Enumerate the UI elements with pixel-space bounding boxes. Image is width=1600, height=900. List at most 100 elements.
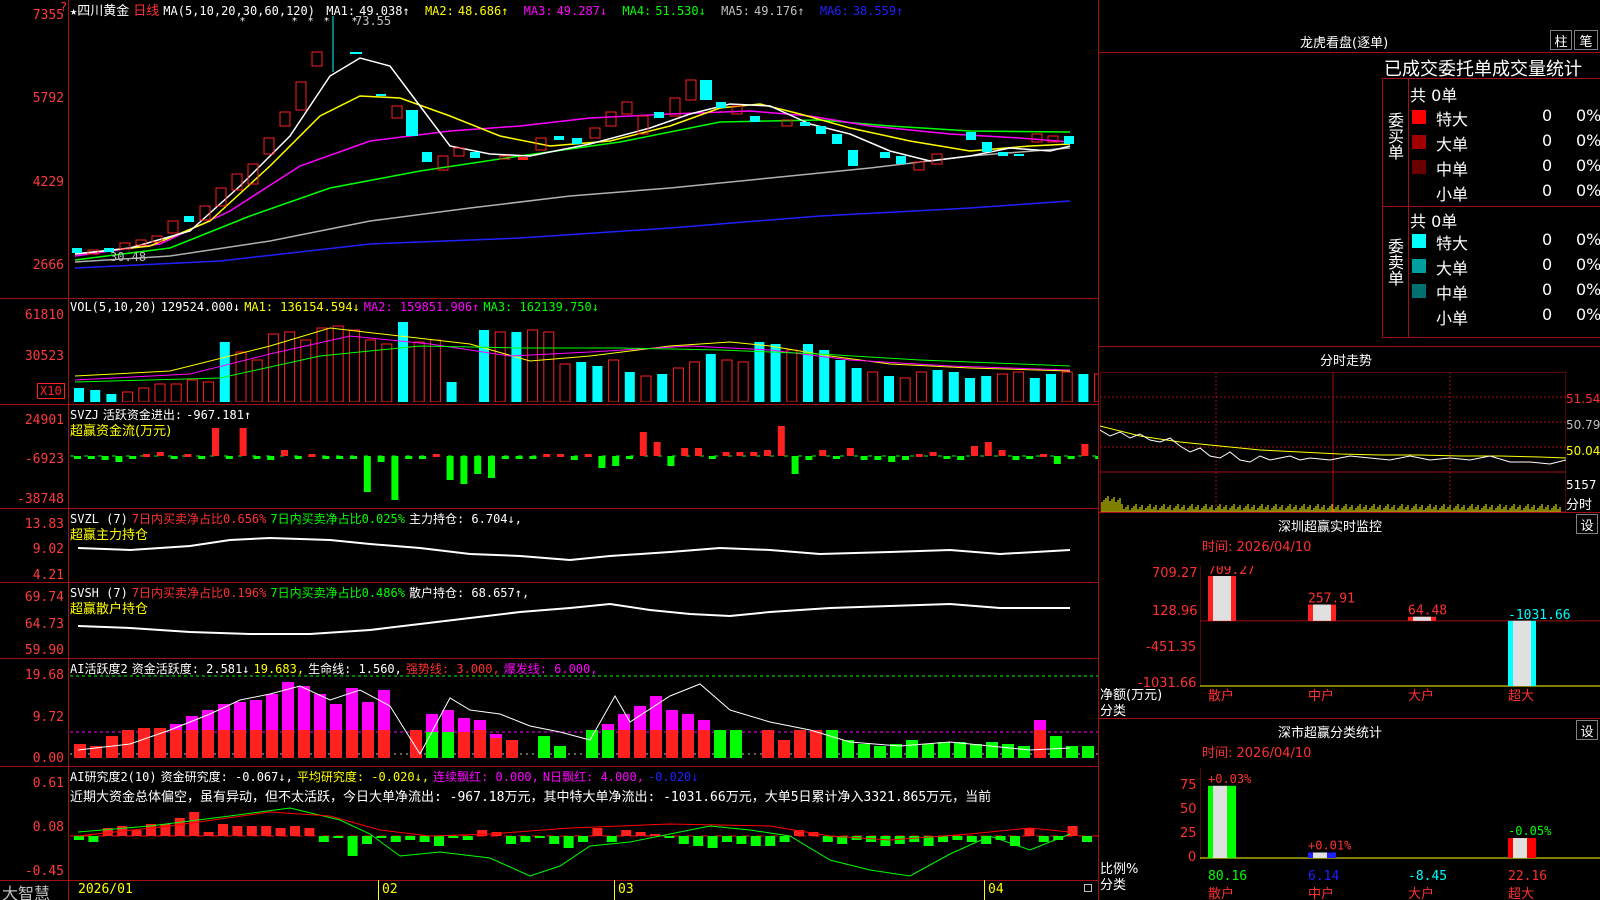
ai1-bar-top [650, 696, 662, 730]
ai1-bar [714, 730, 726, 758]
ai2-bar [347, 836, 358, 856]
classify-bar-chart[interactable]: +0.03% 80.16 散户 +0.01% 6.14 中户 -8.45 大户 -0.05% 22… [1200, 768, 1600, 900]
monitor-bar-label: 257.91 [1308, 592, 1355, 607]
ai1-bar [970, 744, 982, 758]
sell-row-percent: 0% [1576, 280, 1600, 299]
intraday-unit: 分时 [1566, 498, 1593, 513]
svzj-flow-bar [1053, 456, 1061, 464]
ai1-bar [234, 730, 246, 758]
ai2-bar [290, 826, 300, 836]
classify-value-label: 80.16 [1208, 869, 1247, 884]
ai2-bar [506, 836, 516, 844]
sell-row-percent: 0% [1576, 305, 1600, 324]
ai2-bar [1024, 828, 1035, 836]
volume-bar [316, 327, 328, 402]
svzj-flow-bar [1040, 454, 1047, 457]
svzj-flow-chart[interactable] [70, 410, 1098, 506]
svzj-flow-bar [902, 456, 909, 460]
ai1-bar [874, 746, 886, 758]
svzj-y-tick: 24901 [24, 413, 64, 428]
svzj-flow-bar [722, 452, 730, 456]
main-panel-header: ★四川黄金 日线 MA(5,10,20,30,60,120) MA1: 49.038↑… [70, 0, 911, 19]
classify-value-label: 6.14 [1308, 869, 1339, 884]
classify-value-label: 22.16 [1508, 869, 1547, 884]
svzj-flow-bar [74, 456, 81, 459]
lhb-tick-toggle-button[interactable]: 笔 [1574, 30, 1598, 50]
volume-bar [1013, 371, 1025, 402]
classify-title: 深市超赢分类统计 [1278, 726, 1383, 741]
buy-side-label: 委买单 [1385, 112, 1404, 160]
vol-unit-badge[interactable]: X10 [37, 383, 65, 399]
svzj-flow-bar [639, 432, 647, 456]
sell-row-name: 小单 [1436, 309, 1469, 328]
svzj-flow-bar [184, 454, 192, 457]
svzj-flow-bar [833, 456, 840, 459]
lock-icon[interactable] [1084, 884, 1092, 892]
ai2-bar [74, 836, 84, 840]
ai1-bar [618, 730, 630, 758]
svzj-flow-bar [570, 456, 578, 460]
volume-bar [981, 376, 992, 402]
sell-row-count: 0 [1542, 280, 1553, 299]
svzj-flow-bar [681, 448, 689, 456]
ai1-bar [266, 730, 278, 758]
ai1-bar [538, 736, 550, 758]
svzj-flow-bar [557, 454, 564, 457]
main-candlestick-chart[interactable]: * * * * * [70, 16, 1098, 296]
buy-row-count: 0 [1542, 106, 1553, 125]
ai1-bar [250, 730, 262, 758]
ai2-bar [218, 824, 228, 836]
monitor-bar-label: 709.27 [1208, 566, 1255, 578]
svzj-flow-bar [915, 454, 923, 457]
svzj-flow-bar [695, 448, 702, 456]
svg-text:*: * [324, 16, 329, 27]
monitor-bar-chart[interactable]: 709.27 散户 257.91 中户 64.48 大户 -1031.66 超大 [1200, 566, 1600, 702]
divider-ai1-ai2 [0, 766, 1098, 767]
lhb-bar-toggle-button[interactable]: 柱 [1550, 30, 1572, 50]
ai1-bar [1082, 746, 1094, 758]
intraday-top-line [1098, 346, 1600, 347]
date-divider [614, 880, 615, 900]
svzj-y-tick: -6923 [24, 452, 64, 467]
ai1-bar [602, 730, 614, 758]
ai1-bar-top [378, 690, 390, 730]
ai2-bar [635, 832, 646, 836]
ai1-activity-chart[interactable] [70, 670, 1098, 764]
svsh-y-tick: 64.73 [24, 617, 64, 632]
svzj-flow-bar [1012, 456, 1020, 460]
buy-row-name: 中单 [1436, 160, 1469, 179]
volume-bar [284, 331, 296, 402]
ai2-bar [693, 836, 704, 846]
bottom-logo[interactable]: 大智慧 [2, 880, 50, 900]
svzj-flow-bar [87, 456, 95, 459]
svsh-line-chart[interactable] [70, 600, 1098, 656]
ai1-bar [314, 730, 326, 758]
monitor-settings-button[interactable]: 设 [1576, 514, 1598, 534]
buy-row-percent: 0% [1576, 106, 1600, 125]
ai1-bar [810, 730, 822, 758]
intraday-chart[interactable] [1100, 372, 1566, 512]
ai1-y-tick: 9.72 [32, 710, 64, 725]
lhb-top-line [1098, 52, 1600, 53]
svg-text:*: * [240, 16, 245, 27]
svzj-flow-bar [860, 456, 868, 460]
buy-row-percent: 0% [1576, 181, 1600, 200]
divider-svsh-ai1 [0, 658, 1098, 659]
volume-bar [915, 371, 927, 402]
svzl-y-tick: 9.02 [32, 542, 64, 557]
vol-y-tick: 61810 [24, 308, 64, 323]
volume-chart[interactable] [70, 316, 1098, 402]
buy-row-percent: 0% [1576, 156, 1600, 175]
svzj-flow-bar [281, 450, 288, 456]
classify-bar-highlight [1513, 838, 1527, 858]
volume-bar [786, 349, 798, 402]
volume-bar [90, 390, 101, 402]
classify-settings-button[interactable]: 设 [1576, 720, 1598, 740]
ai2-research-chart[interactable] [70, 806, 1098, 880]
ai2-bar [88, 836, 99, 842]
svzl-line-chart[interactable] [70, 526, 1098, 580]
monitor-time: 时间: 2026/04/10 [1202, 540, 1312, 555]
svzj-flow-bar [943, 456, 951, 459]
ai2-bar [678, 836, 689, 844]
ai2-panel-header: AI研究度2(10) 资金研究度: -0.067↓, 平均研究度: -0.020↓,… [70, 770, 699, 784]
